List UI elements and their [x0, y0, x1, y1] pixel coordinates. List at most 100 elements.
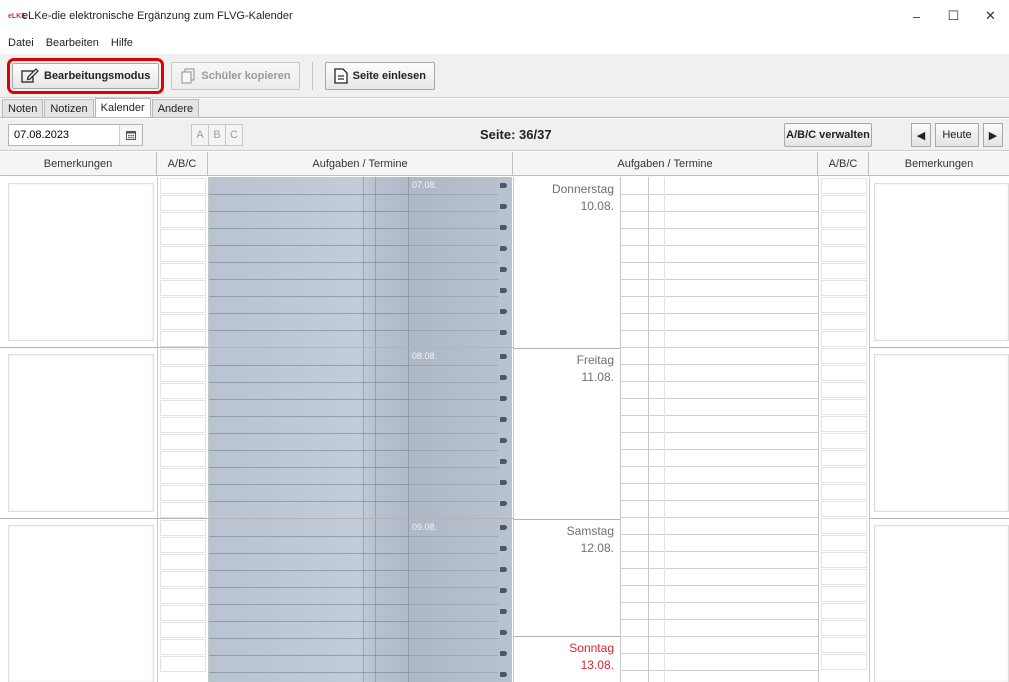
abc-cell-right[interactable]	[821, 263, 867, 279]
scan-ruling	[208, 570, 408, 571]
calendar-icon[interactable]	[119, 125, 142, 145]
abc-cell-right[interactable]	[821, 331, 867, 347]
abc-cell-right[interactable]	[821, 603, 867, 619]
abc-cell-left[interactable]	[160, 195, 206, 211]
abc-cell-right[interactable]	[821, 467, 867, 483]
abc-cell-left[interactable]	[160, 451, 206, 467]
abc-cell-right[interactable]	[821, 314, 867, 330]
scan-ruling	[408, 467, 498, 468]
tab-kalender[interactable]: Kalender	[94, 98, 151, 117]
abc-cell-right[interactable]	[821, 297, 867, 313]
abc-cell-left[interactable]	[160, 280, 206, 296]
menu-datei[interactable]: Datei	[2, 37, 40, 49]
abc-cell-right[interactable]	[821, 280, 867, 296]
header-remarks-right: Bemerkungen	[904, 158, 974, 170]
manage-abc-button[interactable]: A/B/C verwalten	[784, 123, 872, 147]
abc-cell-left[interactable]	[160, 520, 206, 536]
date-input[interactable]	[9, 125, 119, 145]
abc-cell-right[interactable]	[821, 195, 867, 211]
abc-cell-right[interactable]	[821, 399, 867, 415]
abc-cell-left[interactable]	[160, 178, 206, 194]
abc-cell-left[interactable]	[160, 605, 206, 621]
scan-ruling	[208, 638, 408, 639]
edit-mode-button[interactable]: Bearbeitungsmodus	[6, 57, 165, 94]
remarks-box-right[interactable]	[874, 525, 1009, 682]
scan-ruling	[408, 177, 409, 682]
prev-page-button[interactable]: ◀	[911, 123, 931, 147]
filter-a-button[interactable]: A	[191, 124, 209, 146]
task-line	[620, 585, 818, 586]
abc-cell-left[interactable]	[160, 212, 206, 228]
abc-cell-right[interactable]	[821, 637, 867, 653]
scan-ruling	[408, 655, 498, 656]
abc-cell-left[interactable]	[160, 434, 206, 450]
abc-cell-right[interactable]	[821, 416, 867, 432]
copy-students-button[interactable]: Schüler kopieren	[171, 61, 300, 90]
header-tasks-left: Aufgaben / Termine	[208, 152, 513, 176]
abc-cell-right[interactable]	[821, 450, 867, 466]
date-picker	[8, 124, 143, 146]
abc-cell-right[interactable]	[821, 433, 867, 449]
abc-cell-right[interactable]	[821, 501, 867, 517]
abc-cell-right[interactable]	[821, 178, 867, 194]
abc-cell-left[interactable]	[160, 383, 206, 399]
maximize-button[interactable]: ☐	[935, 0, 972, 32]
tab-andere[interactable]: Andere	[151, 99, 200, 117]
abc-cell-right[interactable]	[821, 518, 867, 534]
abc-cell-left[interactable]	[160, 417, 206, 433]
abc-cell-left[interactable]	[160, 366, 206, 382]
tab-notizen[interactable]: Notizen	[44, 99, 94, 117]
abc-cell-right[interactable]	[821, 586, 867, 602]
abc-cell-left[interactable]	[160, 571, 206, 587]
abc-cell-left[interactable]	[160, 554, 206, 570]
tab-noten[interactable]: Noten	[2, 99, 44, 117]
abc-cell-right[interactable]	[821, 654, 867, 670]
remarks-box-left[interactable]	[8, 525, 154, 682]
remarks-box-right[interactable]	[874, 183, 1009, 341]
abc-cell-right[interactable]	[821, 365, 867, 381]
filter-b-button[interactable]: B	[208, 124, 226, 146]
abc-cell-left[interactable]	[160, 314, 206, 330]
abc-cell-left[interactable]	[160, 502, 206, 518]
remarks-box-right[interactable]	[874, 354, 1009, 512]
minimize-button[interactable]: –	[898, 0, 935, 32]
scan-ruling	[375, 177, 376, 682]
abc-cell-left[interactable]	[160, 349, 206, 365]
abc-cell-left[interactable]	[160, 246, 206, 262]
next-page-button[interactable]: ▶	[983, 123, 1003, 147]
abc-cell-left[interactable]	[160, 656, 206, 672]
spiral-ring-icon	[500, 546, 507, 551]
menu-bearbeiten[interactable]: Bearbeiten	[40, 37, 105, 49]
abc-cell-right[interactable]	[821, 552, 867, 568]
abc-cell-right[interactable]	[821, 348, 867, 364]
abc-cell-right[interactable]	[821, 484, 867, 500]
abc-cell-right[interactable]	[821, 246, 867, 262]
column-divider	[620, 177, 621, 682]
abc-cell-right[interactable]	[821, 535, 867, 551]
abc-cell-right[interactable]	[821, 382, 867, 398]
remarks-box-left[interactable]	[8, 183, 154, 341]
abc-cell-left[interactable]	[160, 485, 206, 501]
abc-cell-right[interactable]	[821, 212, 867, 228]
abc-cell-left[interactable]	[160, 468, 206, 484]
import-page-button[interactable]: Seite einlesen	[324, 61, 435, 90]
abc-cell-left[interactable]	[160, 400, 206, 416]
remarks-box-left[interactable]	[8, 354, 154, 512]
abc-cell-left[interactable]	[160, 331, 206, 347]
abc-cell-left[interactable]	[160, 263, 206, 279]
task-line	[620, 398, 818, 399]
abc-cell-left[interactable]	[160, 622, 206, 638]
abc-cell-left[interactable]	[160, 639, 206, 655]
abc-cell-left[interactable]	[160, 297, 206, 313]
filter-c-button[interactable]: C	[225, 124, 243, 146]
abc-cell-left[interactable]	[160, 229, 206, 245]
calendar-grid: 07.08. 08.08. 09.08. Donnerstag 10.08. Freit…	[0, 177, 1009, 682]
abc-cell-left[interactable]	[160, 588, 206, 604]
menu-hilfe[interactable]: Hilfe	[105, 37, 139, 49]
abc-cell-right[interactable]	[821, 620, 867, 636]
close-button[interactable]: ✕	[972, 0, 1009, 32]
abc-cell-right[interactable]	[821, 229, 867, 245]
abc-cell-left[interactable]	[160, 537, 206, 553]
abc-cell-right[interactable]	[821, 569, 867, 585]
today-button[interactable]: Heute	[935, 123, 979, 147]
